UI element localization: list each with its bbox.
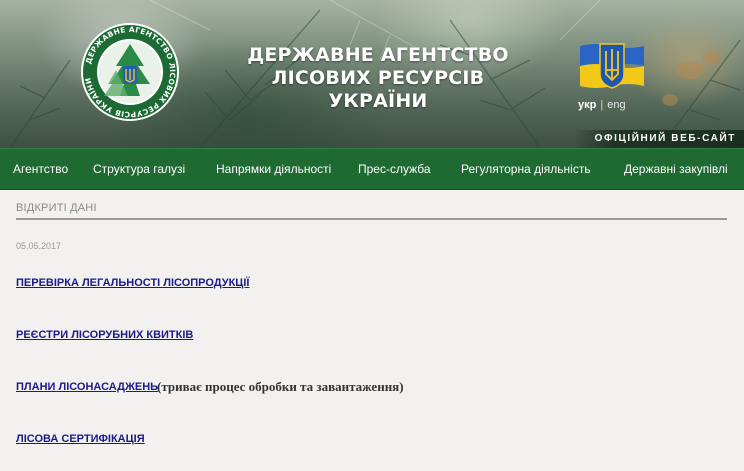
afforestation-plans-note: (триває процес обробки та завантаження) bbox=[157, 379, 404, 394]
main-nav: Агентство Структура галузі Напрямки діял… bbox=[0, 148, 744, 190]
page-title: ВІДКРИТІ ДАНІ bbox=[16, 202, 97, 214]
agency-title: ДЕРЖАВНЕ АГЕНТСТВО ЛІСОВИХ РЕСУРСІВ УКРА… bbox=[238, 44, 518, 113]
agency-title-line-2: ЛІСОВИХ РЕСУРСІВ bbox=[271, 67, 485, 89]
link-afforestation-plans[interactable]: ПЛАНИ ЛІСОНАСАДЖЕНЬ bbox=[16, 381, 158, 393]
lang-eng-link[interactable]: eng bbox=[607, 99, 625, 111]
nav-item-regulatory-activity[interactable]: Регуляторна діяльність bbox=[461, 149, 591, 189]
publish-date: 05.05.2017 bbox=[16, 241, 62, 251]
nav-item-public-procurement[interactable]: Державні закупівлі bbox=[624, 149, 728, 189]
lang-ukr-link[interactable]: укр bbox=[578, 99, 596, 111]
lang-separator: | bbox=[600, 99, 604, 111]
official-website-label: ОФІЦІЙНИЙ ВЕБ-САЙТ bbox=[574, 130, 744, 148]
nav-item-activity-directions[interactable]: Напрямки діяльності bbox=[216, 149, 331, 189]
title-divider bbox=[16, 218, 727, 220]
nav-item-press-service[interactable]: Прес-служба bbox=[358, 149, 431, 189]
nav-item-agency[interactable]: Агентство bbox=[13, 149, 68, 189]
trident-coat-of-arms-icon bbox=[580, 43, 644, 89]
link-forest-certification[interactable]: ЛІСОВА СЕРТИФІКАЦІЯ bbox=[16, 433, 145, 445]
agency-title-line-1: ДЕРЖАВНЕ АГЕНТСТВО bbox=[247, 44, 509, 66]
agency-title-line-3: УКРАЇНИ bbox=[328, 90, 428, 112]
link-timber-legality-check[interactable]: ПЕРЕВІРКА ЛЕГАЛЬНОСТІ ЛІСОПРОДУКЦІЇ bbox=[16, 277, 249, 289]
nav-item-industry-structure[interactable]: Структура галузі bbox=[93, 149, 185, 189]
forest-emblem-icon: ДЕРЖАВНЕ АГЕНТСТВО ЛІСОВИХ РЕСУРСІВ УКРА… bbox=[81, 23, 179, 121]
language-switcher: укр | eng bbox=[578, 99, 626, 111]
site-header-banner: ДЕРЖАВНЕ АГЕНТСТВО ЛІСОВИХ РЕСУРСІВ УКРА… bbox=[0, 0, 744, 148]
link-logging-tickets-registry[interactable]: РЕЄСТРИ ЛІСОРУБНИХ КВИТКІВ bbox=[16, 329, 193, 341]
